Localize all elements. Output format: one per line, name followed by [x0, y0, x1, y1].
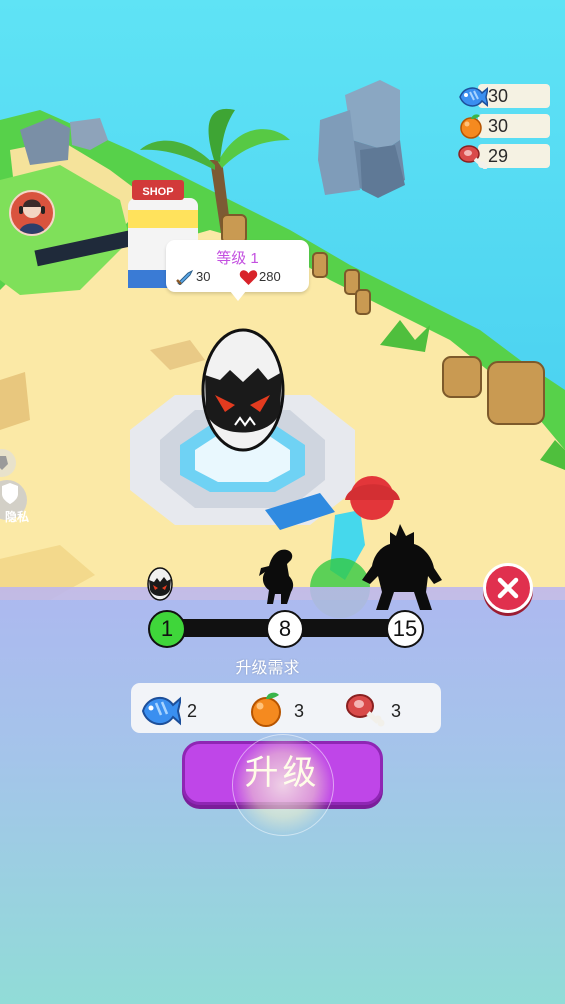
attack-value: 30 — [196, 269, 211, 284]
meat-requirement-count: 3 — [391, 701, 402, 721]
customer-service-icon — [19, 199, 45, 234]
stage-egg-icon — [147, 567, 173, 601]
privacy-label: 隐私 — [5, 510, 30, 524]
settings-side-icon[interactable] — [0, 446, 24, 480]
meat-icon — [346, 694, 385, 727]
stage-node-8: 8 — [266, 610, 304, 648]
orange-icon — [460, 114, 482, 139]
stage-node-1: 1 — [148, 610, 186, 648]
meat-counter: 29 — [458, 143, 550, 169]
sword-icon — [176, 269, 194, 285]
fish-icon — [459, 87, 488, 107]
player-avatar[interactable] — [9, 190, 55, 236]
privacy-button[interactable]: 隐私 — [0, 480, 30, 528]
fish-icon — [141, 696, 181, 726]
stage-node-15: 15 — [386, 610, 424, 648]
close-icon — [497, 577, 519, 599]
hp-value: 280 — [259, 269, 281, 284]
egg-level-bubble: 等级 1 30 280 — [166, 240, 309, 301]
fish-count: 30 — [488, 86, 509, 106]
orange-count: 30 — [488, 116, 509, 136]
close-button[interactable] — [483, 563, 533, 613]
meat-count: 29 — [488, 146, 509, 166]
stage-monster-silhouette-icon — [362, 524, 442, 610]
orange-counter: 30 — [458, 113, 550, 139]
requirements-title: 升级需求 — [235, 660, 300, 677]
stage-dino-silhouette-icon — [259, 549, 294, 604]
fish-requirement-count: 2 — [187, 701, 198, 721]
upgrade-button[interactable]: 升级 — [182, 741, 383, 805]
fish-counter: 30 — [458, 83, 550, 109]
level-label: 等级 1 — [216, 250, 259, 267]
orange-icon — [251, 692, 281, 727]
shop-sign: SHOP — [142, 186, 173, 198]
orange-requirement-count: 3 — [294, 701, 305, 721]
meat-icon — [458, 145, 488, 169]
heart-icon — [239, 270, 258, 285]
requirements-box: 2 3 3 — [131, 683, 441, 733]
